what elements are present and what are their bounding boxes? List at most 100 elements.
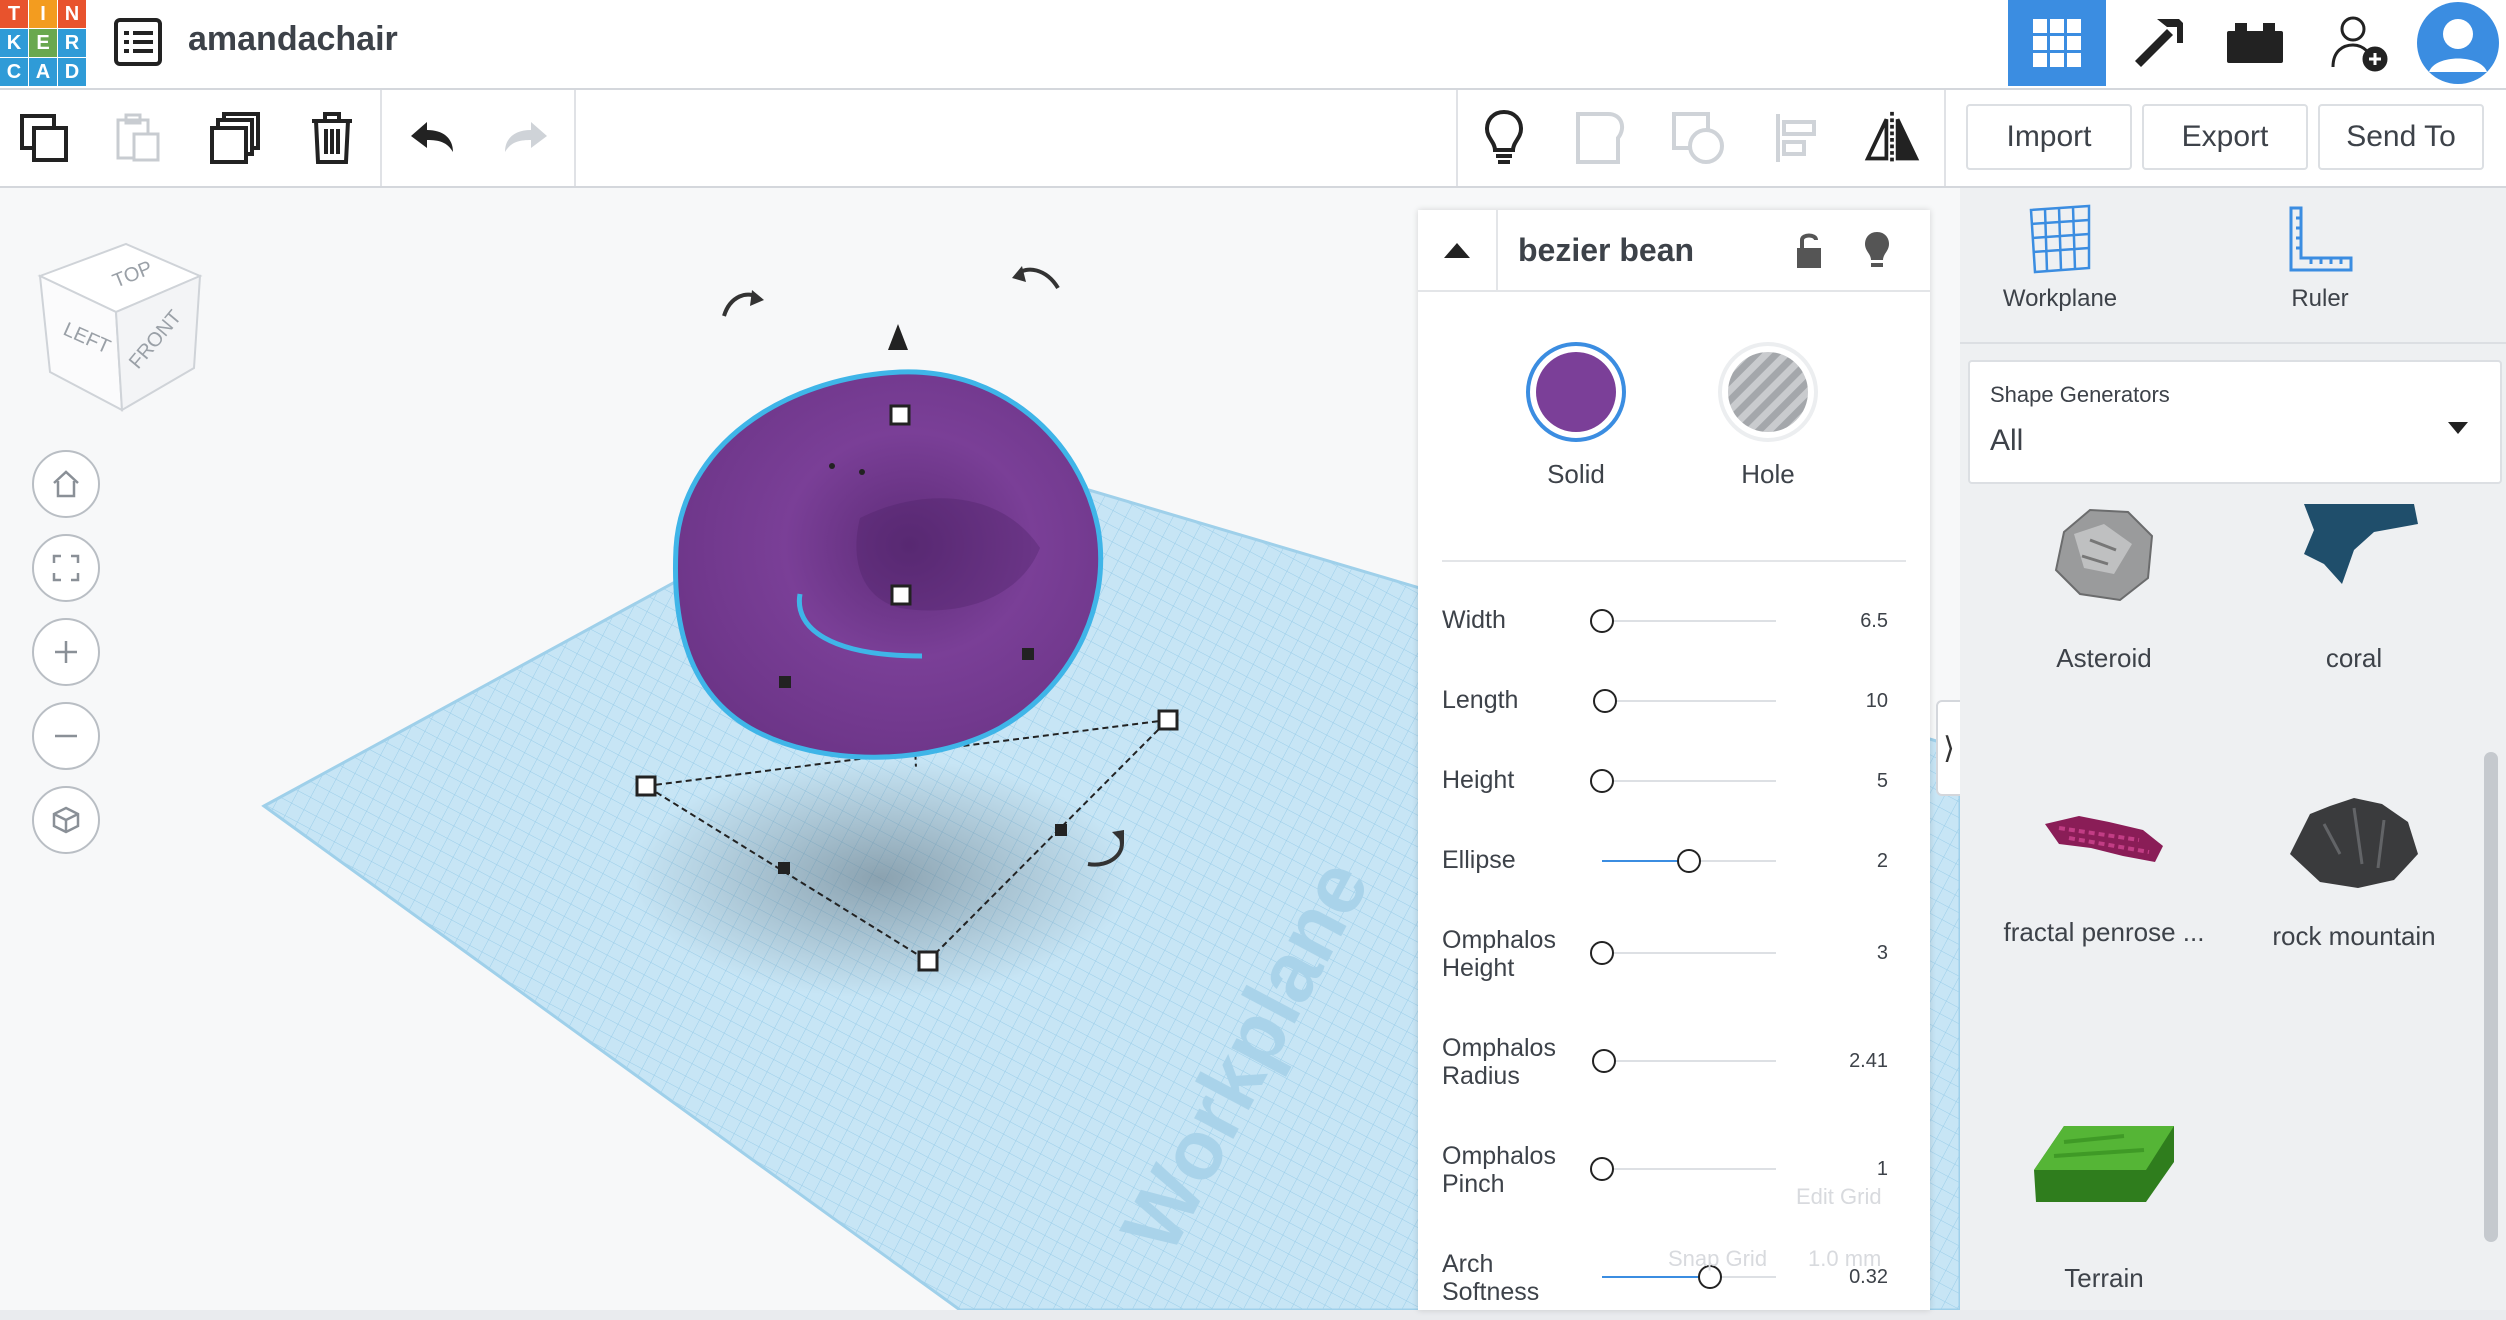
- edit-grid-button[interactable]: Edit Grid: [1796, 1184, 1882, 1210]
- property-slider[interactable]: [1593, 689, 1776, 713]
- shape-generators-title: Shape Generators: [1990, 382, 2170, 407]
- asteroid-icon: [2054, 508, 2154, 602]
- edge-handle[interactable]: [1055, 824, 1067, 836]
- expand-panel-chevron-icon[interactable]: ⟩: [1936, 700, 1962, 796]
- collapse-inspector-icon[interactable]: [1418, 210, 1498, 290]
- logo-letter: D: [58, 58, 86, 86]
- copy-icon[interactable]: [16, 110, 72, 166]
- shape-generators-dropdown[interactable]: Shape Generators All: [1968, 360, 2502, 484]
- hole-mode[interactable]: Hole: [1708, 340, 1828, 490]
- property-value[interactable]: 5: [1877, 770, 1888, 793]
- edge-handle[interactable]: [778, 862, 790, 874]
- property-slider[interactable]: [1591, 1049, 1776, 1073]
- panel-scrollbar[interactable]: [2484, 752, 2498, 1242]
- coral-icon: [2304, 504, 2418, 584]
- property-slider[interactable]: [1590, 1157, 1776, 1181]
- design-list-icon[interactable]: [112, 16, 164, 68]
- lift-cone-icon[interactable]: [888, 324, 908, 350]
- mirror-icon[interactable]: [1864, 110, 1920, 166]
- shape-item-rock-mountain[interactable]: rock mountain: [2234, 784, 2474, 952]
- grid-view-icon[interactable]: [2008, 0, 2106, 86]
- home-view-icon[interactable]: [32, 450, 100, 518]
- shape-item-coral[interactable]: coral: [2234, 504, 2474, 674]
- solid-swatch-icon[interactable]: [1524, 340, 1628, 444]
- panel-divider: [1960, 342, 2506, 344]
- inspector-divider: [1442, 560, 1906, 562]
- property-slider[interactable]: [1590, 941, 1776, 965]
- shapes-panel: Workplane Ruler Shape Generators All Ast…: [1960, 188, 2506, 1310]
- property-value[interactable]: 10: [1866, 690, 1888, 713]
- property-value[interactable]: 6.5: [1860, 610, 1888, 633]
- shape-item-label: coral: [2325, 643, 2383, 673]
- fit-view-icon[interactable]: [32, 534, 100, 602]
- property-value[interactable]: 3: [1877, 942, 1888, 965]
- ruler-tool[interactable]: Ruler: [2230, 204, 2410, 313]
- shape-item-fractal-penrose[interactable]: fractal penrose ...: [1984, 784, 2224, 948]
- hole-swatch-icon[interactable]: [1716, 340, 1820, 444]
- property-slider[interactable]: [1590, 609, 1776, 633]
- logo-letter: I: [29, 0, 57, 28]
- profile-avatar-icon[interactable]: [2410, 0, 2506, 86]
- shape-name[interactable]: bezier bean: [1518, 232, 1694, 269]
- send-to-button[interactable]: Send To: [2318, 104, 2484, 170]
- workplane-tool[interactable]: Workplane: [1970, 204, 2150, 313]
- shape-item-label: Terrain: [2064, 1263, 2144, 1293]
- toolbar-divider: [380, 90, 382, 186]
- property-slider[interactable]: [1590, 769, 1776, 793]
- unlock-icon[interactable]: [1794, 230, 1824, 275]
- property-slider[interactable]: [1602, 1265, 1776, 1289]
- solid-color: [1536, 352, 1616, 432]
- shape-item-asteroid[interactable]: Asteroid: [1984, 504, 2224, 674]
- property-slider[interactable]: [1602, 849, 1776, 873]
- edge-handle[interactable]: [779, 676, 791, 688]
- bricks-icon[interactable]: [2206, 0, 2304, 86]
- shape-item-terrain[interactable]: Terrain: [1984, 1106, 2224, 1294]
- visibility-bulb-icon[interactable]: [1862, 230, 1892, 275]
- invite-user-icon[interactable]: [2310, 0, 2408, 86]
- property-value[interactable]: 2: [1877, 850, 1888, 873]
- property-label: Omphalos Radius: [1442, 1034, 1556, 1090]
- workplane-tool-icon[interactable]: [2025, 204, 2095, 274]
- edge-handle[interactable]: [1022, 648, 1034, 660]
- property-label: Omphalos Height: [1442, 926, 1556, 982]
- zoom-in-icon[interactable]: [32, 618, 100, 686]
- view-cube[interactable]: TOP LEFT FRONT: [37, 242, 203, 412]
- import-button[interactable]: Import: [1966, 104, 2132, 170]
- undo-icon[interactable]: [404, 110, 460, 166]
- corner-resize-handle[interactable]: [635, 775, 657, 797]
- property-label: Length: [1442, 686, 1519, 714]
- corner-resize-handle[interactable]: [1157, 709, 1179, 731]
- zoom-out-icon[interactable]: [32, 702, 100, 770]
- snap-grid-label: Snap Grid: [1668, 1246, 1768, 1271]
- property-label: Arch Softness: [1442, 1250, 1540, 1306]
- logo-letter: A: [29, 58, 57, 86]
- snap-grid-select[interactable]: 1.0 mm: [1808, 1246, 1881, 1272]
- ungroup-icon[interactable]: [1670, 110, 1726, 166]
- duplicate-icon[interactable]: [208, 110, 264, 166]
- align-icon[interactable]: [1770, 110, 1826, 166]
- tinkercad-logo[interactable]: T I N K E R C A D: [0, 0, 86, 86]
- delete-icon[interactable]: [304, 110, 360, 166]
- property-value[interactable]: 2.41: [1849, 1050, 1888, 1073]
- corner-resize-handle[interactable]: [917, 950, 939, 972]
- solid-mode[interactable]: Solid: [1516, 340, 1636, 490]
- lightbulb-icon[interactable]: [1476, 109, 1532, 166]
- toolbar-divider: [1944, 90, 1946, 186]
- logo-letter: C: [0, 58, 28, 86]
- perspective-view-icon[interactable]: [32, 786, 100, 854]
- group-icon[interactable]: [1574, 110, 1630, 166]
- center-handle[interactable]: [890, 584, 912, 606]
- redo-icon[interactable]: [498, 110, 554, 166]
- toolbar: Import Export Send To: [0, 90, 2506, 188]
- paste-icon[interactable]: [110, 110, 166, 166]
- top-resize-handle[interactable]: [889, 404, 911, 426]
- export-button[interactable]: Export: [2142, 104, 2308, 170]
- shape-item-label: rock mountain: [2272, 921, 2436, 951]
- property-value[interactable]: 1: [1877, 1158, 1888, 1181]
- design-title[interactable]: amandachair: [188, 20, 398, 59]
- property-ellipse: Ellipse 2: [1442, 846, 1912, 916]
- pickaxe-icon[interactable]: [2108, 0, 2206, 86]
- ruler-tool-label: Ruler: [2291, 285, 2349, 312]
- fractal-penrose-icon: [2045, 816, 2163, 862]
- ruler-tool-icon[interactable]: [2285, 204, 2355, 274]
